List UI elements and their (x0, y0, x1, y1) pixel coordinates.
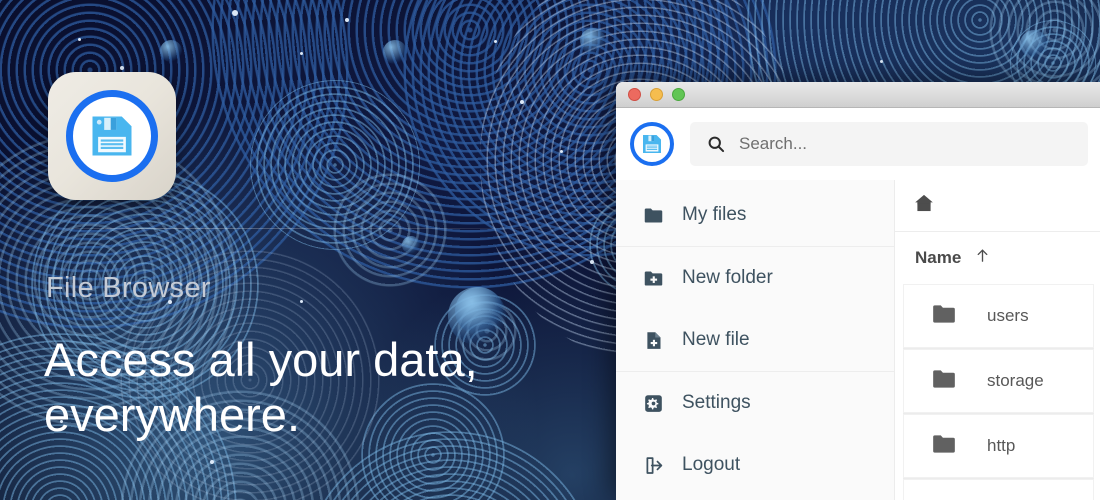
file-list-panel: Name users storage http (895, 180, 1100, 500)
zoom-button[interactable] (672, 88, 685, 101)
sidebar-item-label: Logout (682, 454, 741, 475)
sidebar-item-settings[interactable]: Settings (616, 372, 894, 434)
app-logo-button[interactable] (630, 122, 674, 166)
logout-icon (642, 454, 664, 476)
file-name: users (987, 306, 1029, 325)
sidebar-item-label: Settings (682, 392, 751, 413)
sidebar: My files New folder New file Settings Lo… (616, 180, 895, 500)
folder-icon (931, 496, 957, 500)
folder-icon (642, 204, 664, 226)
folder-icon (931, 431, 957, 462)
promo-divider (44, 228, 569, 229)
file-name: storage (987, 371, 1044, 390)
file-plus-icon (642, 329, 664, 351)
app-icon-tile (48, 72, 176, 200)
folder-icon (931, 301, 957, 332)
sidebar-item-logout[interactable]: Logout (616, 434, 894, 496)
column-header-name[interactable]: Name (895, 232, 1100, 284)
arrow-up-icon[interactable] (974, 247, 991, 269)
sidebar-item-label: My files (682, 204, 747, 225)
folder-icon (931, 366, 957, 397)
file-rows: users storage http (895, 284, 1100, 500)
sidebar-item-new-file[interactable]: New file (616, 309, 894, 371)
home-icon[interactable] (913, 192, 935, 219)
table-row[interactable]: storage (903, 349, 1094, 414)
sidebar-item-label: New folder (682, 267, 773, 288)
file-name: http (987, 436, 1016, 455)
search-input[interactable]: Search... (739, 134, 807, 154)
table-row[interactable]: http (903, 414, 1094, 479)
search-icon (708, 136, 725, 153)
table-row[interactable]: cmd (903, 479, 1094, 500)
minimize-button[interactable] (650, 88, 663, 101)
window-toolbar: Search... (616, 108, 1100, 180)
breadcrumb[interactable] (895, 180, 1100, 232)
floppy-disk-icon (92, 116, 132, 156)
table-row[interactable]: users (903, 284, 1094, 349)
app-icon-disc (66, 90, 158, 182)
sidebar-item-my-files[interactable]: My files (616, 184, 894, 246)
search-bar[interactable]: Search... (690, 122, 1088, 166)
column-header-label: Name (915, 248, 962, 267)
sidebar-item-label: New file (682, 329, 750, 350)
gear-icon (642, 392, 664, 414)
brand-name: File Browser (46, 272, 211, 304)
sidebar-item-new-folder[interactable]: New folder (616, 247, 894, 309)
tagline: Access all your data, everywhere. (44, 333, 478, 441)
window-titlebar (616, 82, 1100, 108)
folder-plus-icon (642, 267, 664, 289)
floppy-disk-icon (643, 135, 661, 153)
close-button[interactable] (628, 88, 641, 101)
file-browser-window: Search... My files New folder New file S… (616, 82, 1100, 500)
